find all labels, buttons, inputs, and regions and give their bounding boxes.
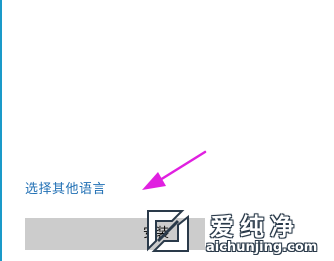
watermark-url: aichunjing.com [206,240,318,255]
arrow-head [142,172,166,190]
installer-page: 选择其他语言 安装 爱纯净 aichunjing.com [0,0,334,261]
install-button-label: 安装 [142,226,169,241]
watermark-title: 爱纯净 [210,213,300,241]
install-button[interactable]: 安装 [25,218,205,250]
arrow-shaft [158,150,207,182]
choose-other-language-link[interactable]: 选择其他语言 [25,178,106,197]
window-left-border [0,0,2,261]
